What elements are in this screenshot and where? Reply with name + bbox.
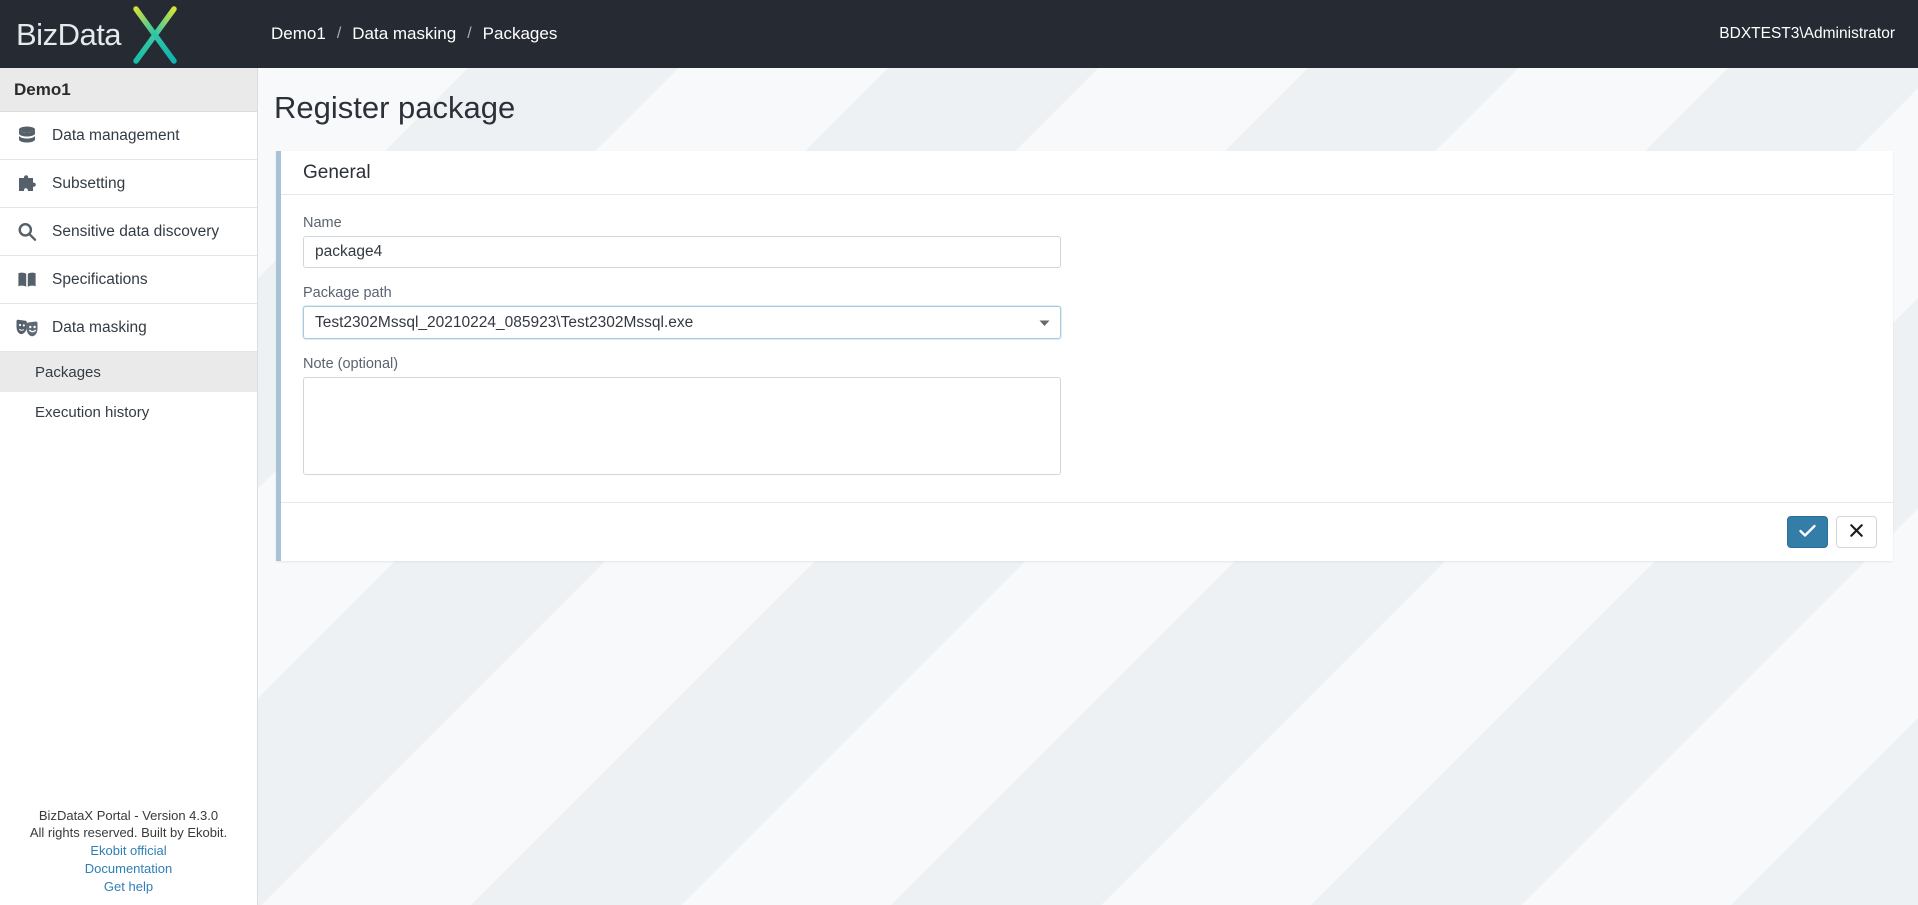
sidebar: Demo1 Data management Subsetting Sensiti… (0, 68, 258, 905)
x-logo-icon (126, 3, 184, 65)
sidebar-item-label: Subsetting (52, 174, 126, 192)
sidebar-item-data-management[interactable]: Data management (0, 112, 257, 160)
sidebar-item-label: Data masking (52, 318, 147, 336)
form-group-package-path: Package path Test2302Mssql_20210224_0859… (303, 285, 1871, 340)
database-icon (14, 123, 40, 149)
sidebar-subitem-label: Packages (35, 363, 101, 381)
package-path-label: Package path (303, 285, 392, 302)
theater-masks-icon (14, 315, 40, 341)
breadcrumb-separator: / (467, 25, 472, 42)
name-label: Name (303, 215, 342, 232)
footer-version: BizDataX Portal - Version 4.3.0 (38, 807, 219, 823)
page-title: Register package (274, 90, 516, 125)
close-icon (1850, 524, 1863, 540)
footer-link-ekobit-official[interactable]: Ekobit official (0, 843, 257, 860)
sidebar-footer: BizDataX Portal - Version 4.3.0 All righ… (0, 808, 257, 897)
note-label: Note (optional) (303, 356, 399, 373)
card-body: Name Package path Test2302Mssql_20210224… (281, 195, 1893, 502)
form-group-note: Note (optional) (303, 356, 1871, 480)
cancel-button[interactable] (1836, 516, 1877, 549)
sidebar-item-subsetting[interactable]: Subsetting (0, 160, 257, 208)
main-content-area: Register package General Name Package pa… (258, 68, 1918, 905)
sidebar-subitem-execution-history[interactable]: Execution history (0, 392, 257, 432)
name-input[interactable] (303, 236, 1061, 269)
sidebar-item-label: Sensitive data discovery (52, 222, 220, 240)
logo-text: BizData (16, 16, 122, 52)
breadcrumb-separator: / (336, 25, 342, 42)
note-textarea[interactable] (303, 377, 1061, 476)
package-path-select[interactable]: Test2302Mssql_20210224_085923\Test2302Ms… (303, 306, 1061, 340)
breadcrumb: Demo1 / Data masking / Packages (258, 0, 557, 68)
footer-link-get-help[interactable]: Get help (0, 879, 257, 896)
breadcrumb-item-1[interactable]: Data masking (352, 24, 456, 44)
sidebar-item-sensitive-data-discovery[interactable]: Sensitive data discovery (0, 208, 257, 256)
form-group-name: Name (303, 215, 1871, 269)
sidebar-item-specifications[interactable]: Specifications (0, 256, 257, 304)
app-logo[interactable]: BizData (0, 0, 258, 68)
sidebar-subitem-label: Execution history (35, 403, 150, 421)
sidebar-item-label: Specifications (52, 270, 148, 288)
top-navigation-bar: BizData Demo1 / Data masking / Packages … (0, 0, 1918, 68)
sidebar-item-data-masking[interactable]: Data masking (0, 304, 257, 352)
sidebar-project-title: Demo1 (0, 68, 257, 112)
card-header-title: General (281, 151, 1893, 196)
card-footer-actions (281, 502, 1893, 561)
sidebar-item-label: Data management (52, 126, 180, 144)
current-user-label[interactable]: BDXTEST3\Administrator (1719, 0, 1895, 68)
sidebar-subitem-packages[interactable]: Packages (0, 352, 257, 392)
footer-link-documentation[interactable]: Documentation (0, 861, 257, 878)
footer-rights: All rights reserved. Built by Ekobit. (29, 825, 228, 841)
check-icon (1799, 524, 1816, 541)
search-icon (14, 219, 40, 245)
puzzle-piece-icon (14, 171, 40, 197)
open-book-icon (14, 267, 40, 293)
confirm-button[interactable] (1787, 516, 1828, 549)
general-form-card: General Name Package path Test2302Mssql_… (276, 151, 1893, 562)
breadcrumb-item-2[interactable]: Packages (483, 24, 558, 44)
breadcrumb-item-0[interactable]: Demo1 (271, 24, 326, 44)
